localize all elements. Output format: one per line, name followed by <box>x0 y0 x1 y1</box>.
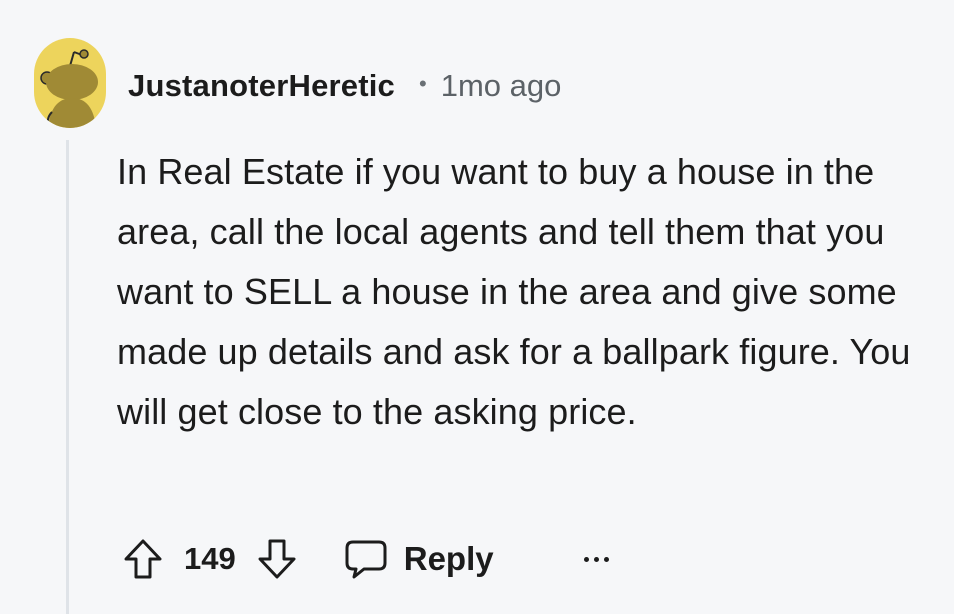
meta-separator: • <box>419 71 427 96</box>
upvote-button[interactable] <box>118 534 168 584</box>
timestamp[interactable]: 1mo ago <box>441 68 562 104</box>
arrow-up-icon <box>124 539 162 579</box>
comment-text: In Real Estate if you want to buy a hous… <box>117 151 911 432</box>
avatar[interactable] <box>34 38 106 128</box>
reply-button[interactable]: Reply <box>344 538 494 580</box>
comment: JustanoterHeretic • 1mo ago In Real Esta… <box>0 0 954 614</box>
ellipsis-dot <box>583 556 589 562</box>
ellipsis-dot <box>593 556 599 562</box>
ellipsis-dot <box>603 556 609 562</box>
arrow-down-icon <box>258 539 296 579</box>
username-link[interactable]: JustanoterHeretic <box>128 68 395 104</box>
more-options-button[interactable] <box>583 539 609 579</box>
comment-body: In Real Estate if you want to buy a hous… <box>117 142 927 442</box>
reply-label: Reply <box>403 540 494 577</box>
snoo-avatar-icon <box>40 49 98 128</box>
comment-meta: JustanoterHeretic • 1mo ago <box>128 64 561 108</box>
speech-bubble-icon <box>345 540 387 579</box>
comment-actions: 149 Reply <box>118 530 609 588</box>
thread-line[interactable] <box>66 140 69 614</box>
downvote-button[interactable] <box>252 534 302 584</box>
vote-score: 149 <box>184 541 236 576</box>
